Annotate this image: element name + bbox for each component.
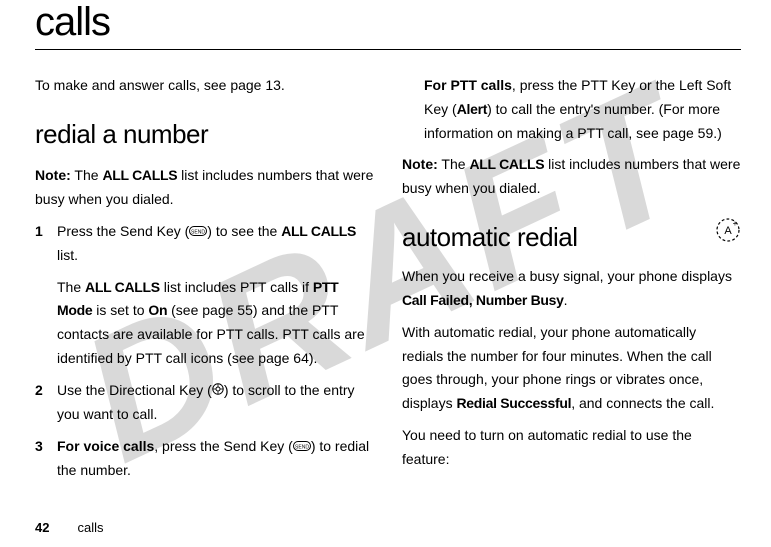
note-1: Note: The ALL CALLS list includes number… [35,164,374,212]
step-1-body: Press the Send Key (SEND) to see the ALL… [57,220,374,268]
step-2-body: Use the Directional Key () to scroll to … [57,379,374,427]
column-right: For PTT calls, press the PTT Key or the … [402,66,741,483]
alert-label: Alert [457,101,487,117]
directional-key-icon [212,379,224,403]
step-1-number: 1 [35,220,57,268]
step-1-sub: The ALL CALLS list includes PTT calls if… [57,276,374,371]
allcalls-label-4: ALL CALLS [469,156,544,172]
step1-b: ) to see the [207,223,281,239]
step1-a: Press the Send Key ( [57,223,189,239]
auto-b: . [564,292,568,308]
redial-heading: redial a number [35,112,374,156]
note2-pre: The [438,156,470,172]
allcalls-label: ALL CALLS [102,167,177,183]
step2-a: Use the Directional Key ( [57,382,212,398]
automatic-redial-heading-row: automatic redial A+ [402,201,741,265]
note-2: Note: The ALL CALLS list includes number… [402,153,741,201]
svg-text:A: A [724,225,732,237]
step-2-number: 2 [35,379,57,427]
auto-paragraph-1: When you receive a busy signal, your pho… [402,265,741,313]
page-title: calls [35,0,741,50]
step1sub-c: is set to [92,302,148,318]
auto-paragraph-2: With automatic redial, your phone automa… [402,321,741,416]
allcalls-label-3: ALL CALLS [85,279,160,295]
redial-successful-label: Redial Successful [456,395,571,411]
footer-section: calls [77,520,103,535]
note-label-2: Note: [402,156,438,172]
auto-a: When you receive a busy signal, your pho… [402,268,732,284]
step-2: 2 Use the Directional Key () to scroll t… [35,379,374,427]
step-1: 1 Press the Send Key (SEND) to see the A… [35,220,374,268]
ptt-paragraph: For PTT calls, press the PTT Key or the … [424,74,741,145]
step1sub-b: list includes PTT calls if [160,279,313,295]
automatic-redial-heading: automatic redial [402,215,578,259]
step-3: 3 For voice calls, press the Send Key (S… [35,435,374,483]
step-3-body: For voice calls, press the Send Key (SEN… [57,435,374,483]
svg-text:+: + [733,219,738,228]
svg-text:SEND: SEND [191,229,205,235]
step-3-number: 3 [35,435,57,483]
note-pre: The [71,167,103,183]
on-label: On [148,302,167,318]
page-footer: 42 calls [35,520,103,535]
step1sub-a: The [57,279,85,295]
columns: To make and answer calls, see page 13. r… [35,66,741,483]
page-number: 42 [35,520,49,535]
step3-a: , press the Send Key ( [154,438,293,454]
send-key-icon-2: SEND [293,435,311,459]
step3-bold: For voice calls [57,438,154,454]
page-content: calls To make and answer calls, see page… [0,0,771,483]
auto-paragraph-3: You need to turn on automatic redial to … [402,424,741,472]
svg-text:SEND: SEND [295,445,309,451]
note-label: Note: [35,167,71,183]
step1-c: list. [57,247,78,263]
network-icon: A+ [715,217,741,243]
allcalls-label-2: ALL CALLS [281,223,356,239]
ptt-bold: For PTT calls [424,77,512,93]
send-key-icon: SEND [189,220,207,244]
column-left: To make and answer calls, see page 13. r… [35,66,374,483]
intro-text: To make and answer calls, see page 13. [35,74,374,98]
auto2-b: , and connects the call. [571,395,714,411]
callfailed-label: Call Failed, Number Busy [402,292,564,308]
